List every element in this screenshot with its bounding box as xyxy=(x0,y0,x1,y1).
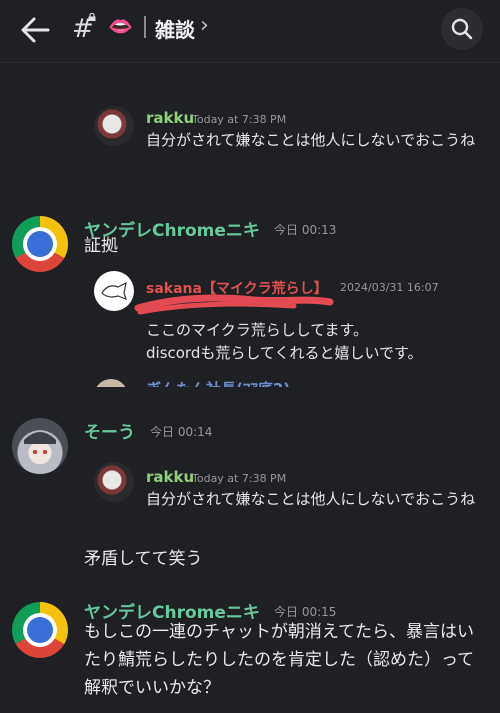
search-button[interactable] xyxy=(441,8,483,50)
channel-name[interactable]: 雑談 xyxy=(155,14,195,43)
chrome-avatar[interactable] xyxy=(12,216,68,272)
soou-avatar[interactable] xyxy=(12,418,68,474)
message-text: 証拠 xyxy=(84,236,118,256)
reply-text: 自分がされて嫌なことは他人にしないでおこうね xyxy=(146,490,476,508)
reply-timestamp: Today at 7:38 PM xyxy=(192,113,287,126)
reply-timestamp: Today at 7:38 PM xyxy=(192,472,287,485)
reply-author[interactable]: rakku xyxy=(146,109,194,127)
message-text: もしこの一連のチャットが朝消えてたら、暴言はいたり鯖荒らしたりしたのを肯定した（… xyxy=(84,622,475,698)
chevron-right-icon[interactable]: › xyxy=(200,13,209,38)
cut-author: ぎんたん社長(ﾏｱ底2) xyxy=(146,378,290,387)
embed-line-2: discordも荒らしてくれると嬉しいです。 xyxy=(146,344,423,362)
message-timestamp: 今日 00:13 xyxy=(274,223,337,237)
rakku-avatar[interactable] xyxy=(94,106,134,146)
message-timestamp: 今日 00:14 xyxy=(150,425,213,439)
message-author[interactable]: そーう xyxy=(84,418,135,443)
search-icon xyxy=(451,18,473,40)
redaction-scribble xyxy=(134,294,334,315)
header-divider xyxy=(0,62,500,63)
back-arrow-icon[interactable] xyxy=(20,16,50,44)
fish-icon xyxy=(101,281,127,301)
cut-avatar xyxy=(94,379,128,387)
anime-avatar-icon xyxy=(24,432,56,454)
channel-header: # 👄 雑談 › xyxy=(0,0,500,60)
rakku-avatar[interactable] xyxy=(94,462,134,502)
reply-text: 自分がされて嫌なことは他人にしないでおこうね xyxy=(146,131,476,149)
embed-timestamp: 2024/03/31 16:07 xyxy=(340,281,439,294)
sakana-avatar[interactable] xyxy=(94,271,134,311)
chrome-avatar[interactable] xyxy=(12,602,68,658)
embed-cut-row: ぎんたん社長(ﾏｱ底2) xyxy=(94,377,434,387)
reply-author[interactable]: rakku xyxy=(146,468,194,486)
embed-line-1: ここのマイクラ荒らししてます。 xyxy=(146,321,369,339)
message-text: 矛盾してて笑う xyxy=(84,549,203,569)
lock-icon xyxy=(88,13,96,21)
lips-emoji: 👄 xyxy=(108,14,133,38)
channel-divider xyxy=(144,16,146,38)
